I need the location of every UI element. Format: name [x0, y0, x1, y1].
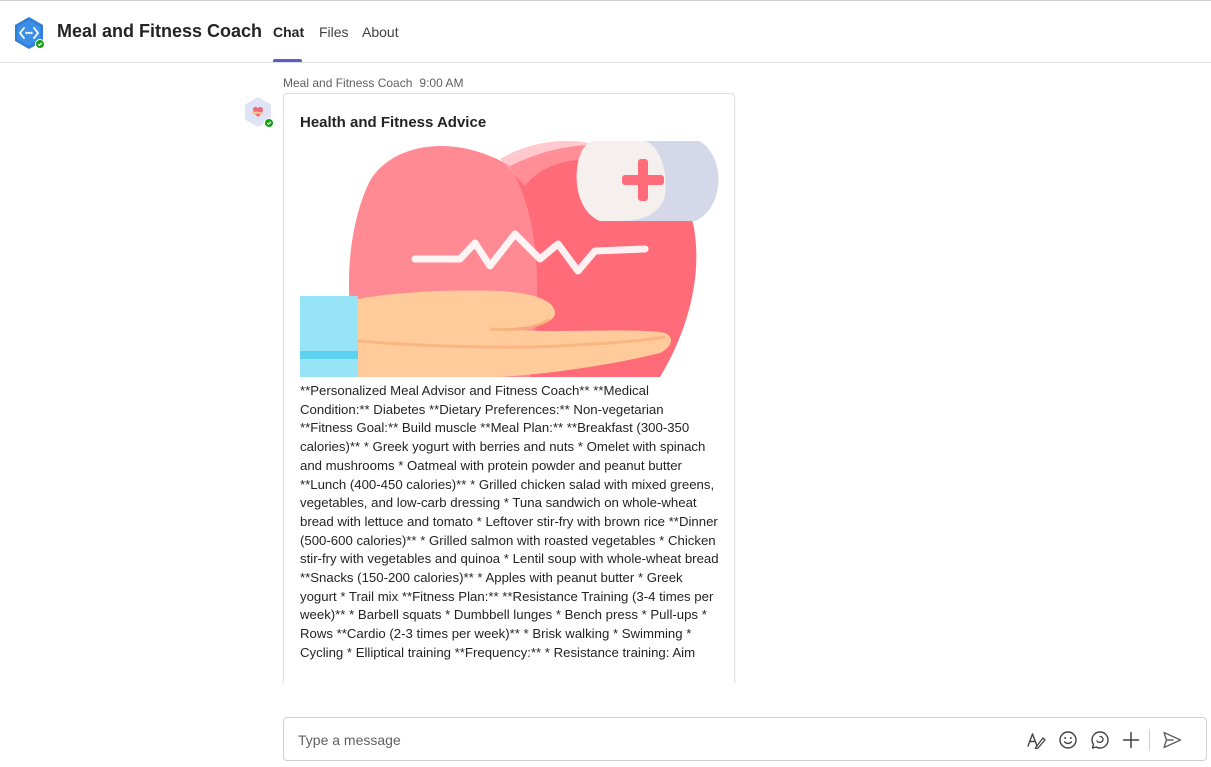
- sticker-icon[interactable]: [1089, 729, 1111, 751]
- send-icon[interactable]: [1161, 729, 1183, 751]
- card-title: Health and Fitness Advice: [300, 114, 487, 131]
- message-meta: Meal and Fitness Coach 9:00 AM: [283, 76, 463, 90]
- app-header: Meal and Fitness Coach Chat Files About: [0, 1, 1211, 63]
- bot-avatar[interactable]: [242, 96, 276, 130]
- message-sender: Meal and Fitness Coach: [283, 76, 413, 90]
- compose-divider: [1149, 729, 1150, 751]
- format-icon[interactable]: [1025, 729, 1047, 751]
- add-icon[interactable]: [1120, 729, 1142, 751]
- message-time: 9:00 AM: [419, 76, 464, 90]
- emoji-icon[interactable]: [1057, 729, 1079, 751]
- active-tab-indicator: [273, 59, 302, 62]
- tab-files[interactable]: Files: [319, 24, 349, 40]
- app-hexagon-icon: [15, 17, 45, 49]
- message-input[interactable]: [296, 728, 1000, 752]
- chat-area: Meal and Fitness Coach 9:00 AM Health and…: [0, 63, 1211, 683]
- card-body-text: **Personalized Meal Advisor and Fitness …: [300, 383, 719, 660]
- tab-chat[interactable]: Chat: [273, 24, 304, 40]
- adaptive-card: Health and Fitness Advice **Personalized…: [283, 93, 735, 683]
- compose-box[interactable]: [283, 717, 1207, 761]
- app-title: Meal and Fitness Coach: [57, 21, 263, 41]
- tab-about[interactable]: About: [362, 24, 399, 40]
- heart-in-hand-illustration: [300, 141, 719, 377]
